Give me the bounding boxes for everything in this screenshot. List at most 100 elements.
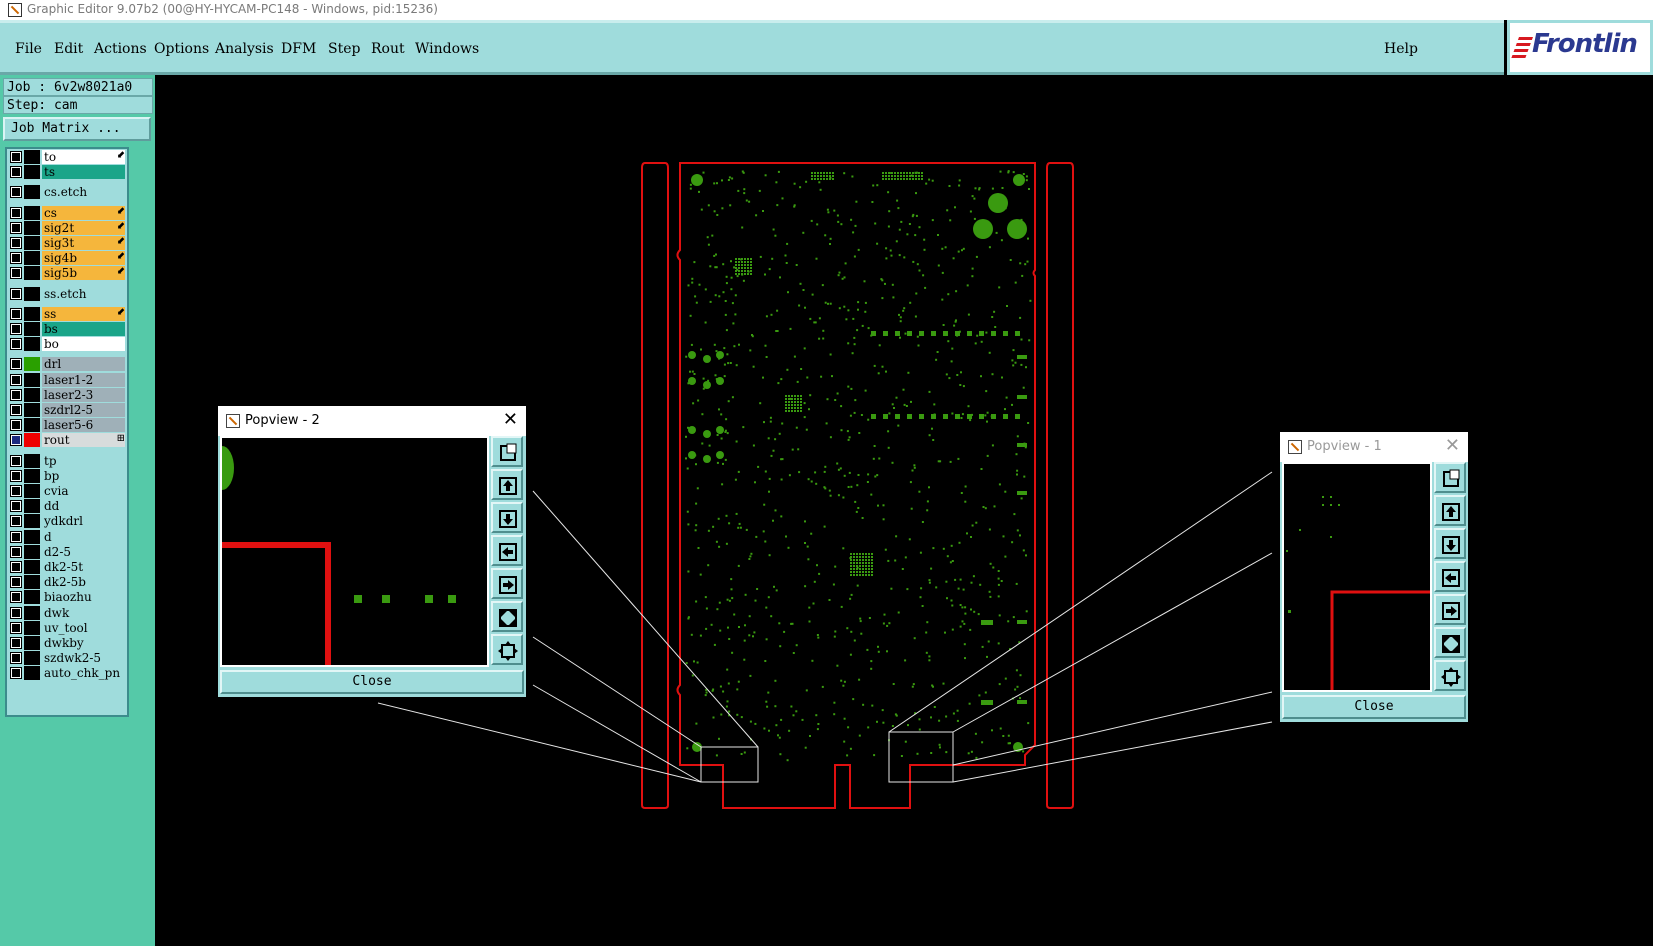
- layer-name[interactable]: laser2-3: [42, 387, 125, 402]
- layer-name[interactable]: bo: [42, 337, 125, 352]
- layer-color-swatch[interactable]: [24, 560, 40, 574]
- layer-color-swatch[interactable]: [24, 220, 40, 235]
- zoom-fit-button[interactable]: [491, 436, 523, 467]
- menu-step[interactable]: Step: [328, 41, 360, 57]
- layer-name[interactable]: drl: [42, 357, 125, 372]
- layer-checkbox[interactable]: [10, 667, 22, 680]
- layer-checkbox[interactable]: [10, 591, 22, 604]
- layer-name[interactable]: to: [42, 150, 125, 164]
- layer-row-ss[interactable]: ss ⬋: [7, 306, 127, 322]
- close-x-icon[interactable]: ✕: [503, 409, 518, 430]
- layer-checkbox[interactable]: [10, 252, 22, 265]
- popview-2-view[interactable]: [220, 436, 489, 667]
- layer-name[interactable]: szdwk2-5: [42, 651, 125, 666]
- layer-color-swatch[interactable]: [24, 499, 40, 514]
- layer-checkbox[interactable]: [10, 237, 22, 249]
- pan-down-button[interactable]: [1434, 528, 1466, 559]
- layer-name[interactable]: laser1-2: [42, 372, 125, 387]
- layer-row-laser2-3[interactable]: laser2-3: [7, 387, 127, 403]
- layer-checkbox[interactable]: [10, 151, 22, 163]
- zoom-out-button[interactable]: [491, 601, 523, 632]
- layer-row-sig2t[interactable]: sig2t ⬋: [7, 220, 127, 236]
- pan-left-button[interactable]: [491, 535, 523, 566]
- layer-row-tp[interactable]: tp: [7, 453, 127, 469]
- layer-row-d2-5[interactable]: d2-5: [7, 544, 127, 560]
- layer-name[interactable]: dwk: [42, 605, 125, 620]
- layer-checkbox[interactable]: [10, 500, 22, 513]
- layer-name[interactable]: ydkdrl: [42, 514, 125, 529]
- layer-row-ss.etch[interactable]: ss.etch: [7, 286, 127, 302]
- layer-name[interactable]: laser5-6: [42, 418, 125, 433]
- layer-color-swatch[interactable]: [24, 403, 40, 417]
- layer-row-bs[interactable]: bs: [7, 322, 127, 337]
- layer-color-swatch[interactable]: [24, 372, 40, 387]
- layer-color-swatch[interactable]: [24, 484, 40, 498]
- layer-checkbox[interactable]: [10, 388, 22, 401]
- layer-checkbox[interactable]: [10, 621, 22, 634]
- layer-color-swatch[interactable]: [24, 185, 40, 200]
- zoom-in-button[interactable]: [1434, 660, 1466, 691]
- layer-color-swatch[interactable]: [24, 266, 40, 281]
- layer-row-rout[interactable]: rout ⊞: [7, 433, 127, 448]
- layer-checkbox[interactable]: [10, 166, 22, 179]
- layer-row-uv_tool[interactable]: uv_tool: [7, 620, 127, 636]
- menu-file[interactable]: File: [15, 41, 42, 57]
- layer-color-swatch[interactable]: [24, 251, 40, 266]
- layer-checkbox[interactable]: [10, 419, 22, 432]
- layer-row-szdrl2-5[interactable]: szdrl2-5: [7, 403, 127, 418]
- layer-checkbox[interactable]: [10, 307, 22, 320]
- layer-row-dwkby[interactable]: dwkby: [7, 636, 127, 651]
- layer-checkbox[interactable]: [10, 545, 22, 558]
- close-x-icon[interactable]: ✕: [1445, 435, 1460, 456]
- layer-row-dwk[interactable]: dwk: [7, 605, 127, 621]
- menu-windows[interactable]: Windows: [415, 41, 479, 57]
- pan-right-button[interactable]: [491, 568, 523, 599]
- layer-checkbox[interactable]: [10, 515, 22, 528]
- layer-name[interactable]: d: [42, 529, 125, 544]
- layer-name[interactable]: bp: [42, 468, 125, 483]
- menu-edit[interactable]: Edit: [54, 41, 83, 57]
- layer-name[interactable]: dk2-5b: [42, 575, 125, 590]
- layer-color-swatch[interactable]: [24, 236, 40, 250]
- layer-row-to[interactable]: to ⬋: [7, 150, 127, 165]
- layer-name[interactable]: auto_chk_pn: [42, 666, 125, 681]
- layer-color-swatch[interactable]: [24, 357, 40, 372]
- layer-color-swatch[interactable]: [24, 468, 40, 483]
- popview-2-titlebar[interactable]: Popview - 2 ✕: [218, 406, 526, 436]
- layer-color-swatch[interactable]: [24, 529, 40, 544]
- layer-row-szdwk2-5[interactable]: szdwk2-5: [7, 651, 127, 666]
- layer-color-swatch[interactable]: [24, 165, 40, 180]
- layer-row-bp[interactable]: bp: [7, 468, 127, 484]
- layer-color-swatch[interactable]: [24, 286, 40, 301]
- layer-color-swatch[interactable]: [24, 514, 40, 529]
- layer-color-swatch[interactable]: [24, 590, 40, 605]
- zoom-fit-button[interactable]: [1434, 462, 1466, 493]
- popview-1-view[interactable]: [1282, 462, 1432, 692]
- layer-checkbox[interactable]: [10, 287, 22, 300]
- layer-name[interactable]: ss.etch: [42, 286, 125, 301]
- layer-row-d[interactable]: d: [7, 529, 127, 545]
- layer-checkbox[interactable]: [10, 358, 22, 371]
- layer-row-cs[interactable]: cs ⬋: [7, 205, 127, 221]
- layer-name[interactable]: ss: [42, 306, 125, 321]
- layer-name[interactable]: rout: [42, 433, 125, 448]
- popview-1-close-button[interactable]: Close: [1282, 695, 1466, 719]
- layer-name[interactable]: bs: [42, 322, 125, 336]
- pan-up-button[interactable]: [491, 469, 523, 500]
- layer-checkbox[interactable]: [10, 485, 22, 497]
- layer-row-laser1-2[interactable]: laser1-2: [7, 372, 127, 388]
- zoom-in-button[interactable]: [491, 634, 523, 665]
- menu-actions[interactable]: Actions: [94, 41, 147, 57]
- layer-name[interactable]: cvia: [42, 484, 125, 498]
- layer-name[interactable]: uv_tool: [42, 620, 125, 635]
- popview-2-close-button[interactable]: Close: [220, 670, 524, 694]
- layer-row-bo[interactable]: bo: [7, 337, 127, 352]
- layer-name[interactable]: ts: [42, 165, 125, 180]
- layer-color-swatch[interactable]: [24, 620, 40, 635]
- layer-color-swatch[interactable]: [24, 322, 40, 336]
- layer-color-swatch[interactable]: [24, 575, 40, 590]
- layer-name[interactable]: dk2-5t: [42, 560, 125, 574]
- layer-row-drl[interactable]: drl: [7, 357, 127, 372]
- menu-analysis[interactable]: Analysis: [215, 41, 274, 57]
- layer-name[interactable]: cs.etch: [42, 185, 125, 200]
